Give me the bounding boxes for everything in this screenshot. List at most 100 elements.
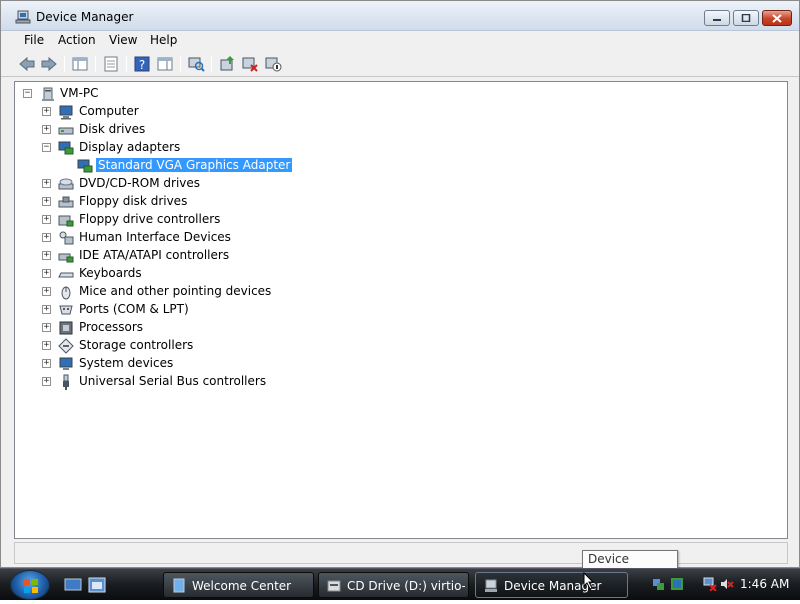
category-label: Mice and other pointing devices — [79, 284, 272, 298]
expand-toggle[interactable]: + — [42, 377, 51, 386]
taskbar-clock: 1:46 AM — [740, 577, 790, 591]
expand-toggle[interactable]: + — [42, 197, 51, 206]
disk-drive-icon — [58, 127, 74, 135]
properties-icon[interactable] — [102, 55, 120, 73]
tree-category[interactable]: + Processors — [42, 319, 342, 337]
minimize-button[interactable] — [704, 10, 730, 26]
expand-toggle[interactable]: + — [42, 233, 51, 242]
category-label: Display adapters — [79, 140, 181, 154]
uninstall-icon[interactable] — [241, 55, 259, 73]
storage-controller-icon — [58, 338, 74, 354]
device-manager-icon — [485, 579, 497, 592]
maximize-button[interactable] — [733, 10, 759, 26]
volume-muted-icon[interactable] — [720, 577, 734, 591]
cd-drive-icon — [327, 580, 341, 592]
collapse-toggle[interactable]: − — [23, 89, 32, 98]
computer-icon — [59, 105, 73, 120]
collapse-toggle[interactable]: − — [42, 143, 51, 152]
tree-category[interactable]: + Floppy disk drives — [42, 193, 342, 211]
tree-category[interactable]: + System devices — [42, 355, 342, 373]
close-button[interactable] — [762, 10, 792, 26]
tree-category[interactable]: + Computer — [42, 103, 342, 121]
svg-text:?: ? — [139, 58, 145, 72]
taskbar-button-welcome-center[interactable]: Welcome Center — [163, 572, 314, 598]
menu-file[interactable]: File — [24, 33, 44, 47]
category-label: Storage controllers — [79, 338, 194, 352]
expand-toggle[interactable]: + — [42, 251, 51, 260]
port-icon — [59, 305, 73, 315]
category-label: DVD/CD-ROM drives — [79, 176, 201, 190]
tree-category[interactable]: − Display adapters — [42, 139, 342, 157]
hid-icon — [59, 231, 74, 245]
show-hide-tree-icon[interactable] — [71, 55, 89, 73]
back-arrow-icon[interactable] — [18, 55, 36, 73]
menu-bar: File Action View Help — [1, 31, 799, 51]
disconnected-network-icon[interactable] — [703, 577, 717, 591]
processor-icon — [59, 321, 73, 335]
taskbar-button-cd-drive[interactable]: CD Drive (D:) virtio-... — [318, 572, 469, 598]
tree-category[interactable]: + Mice and other pointing devices — [42, 283, 342, 301]
action-pane-icon[interactable] — [156, 55, 174, 73]
tree-category[interactable]: + IDE ATA/ATAPI controllers — [42, 247, 342, 265]
tree-category[interactable]: + Disk drives — [42, 121, 342, 139]
scan-hardware-icon[interactable] — [187, 55, 205, 73]
category-label: Floppy drive controllers — [79, 212, 221, 226]
tree-category[interactable]: + DVD/CD-ROM drives — [42, 175, 342, 193]
category-label: System devices — [79, 356, 174, 370]
start-button[interactable] — [10, 570, 50, 600]
taskbar-tooltip: Device Manager — [582, 550, 678, 580]
tree-category[interactable]: + Keyboards — [42, 265, 342, 283]
tree-category[interactable]: + Universal Serial Bus controllers — [42, 373, 342, 391]
device-tree[interactable]: − VM-PC + Computer + Disk drives − Displ… — [14, 81, 788, 539]
forward-arrow-icon[interactable] — [40, 55, 58, 73]
network-error-icon[interactable] — [670, 577, 684, 591]
keyboard-icon — [58, 272, 74, 278]
category-label: Keyboards — [79, 266, 142, 280]
mouse-cursor-icon — [583, 572, 595, 590]
expand-toggle[interactable]: + — [42, 107, 51, 116]
expand-toggle[interactable]: + — [42, 215, 51, 224]
update-driver-icon[interactable] — [218, 55, 236, 73]
display-adapter-icon — [58, 141, 74, 155]
device-label-selected: Standard VGA Graphics Adapter — [96, 158, 293, 172]
category-label: Disk drives — [79, 122, 146, 136]
tree-category[interactable]: + Floppy drive controllers — [42, 211, 342, 229]
tree-device[interactable]: Standard VGA Graphics Adapter — [61, 157, 361, 175]
menu-action[interactable]: Action — [58, 33, 96, 47]
taskbar-button-device-manager[interactable]: Device Manager — [475, 572, 628, 598]
tree-root[interactable]: − VM-PC — [23, 85, 223, 103]
taskbar-button-label: CD Drive (D:) virtio-... — [347, 579, 465, 593]
tree-category[interactable]: + Storage controllers — [42, 337, 342, 355]
category-label: Universal Serial Bus controllers — [79, 374, 267, 388]
toolbar-separator — [211, 56, 212, 72]
welcome-center-icon — [173, 578, 185, 593]
floppy-controller-icon — [58, 215, 74, 227]
expand-toggle[interactable]: + — [42, 305, 51, 314]
minimize-icon — [713, 19, 721, 21]
switch-windows-icon[interactable] — [88, 577, 106, 593]
tree-category[interactable]: + Ports (COM & LPT) — [42, 301, 342, 319]
category-label: Processors — [79, 320, 144, 334]
menu-help[interactable]: Help — [150, 33, 177, 47]
show-desktop-icon[interactable] — [64, 577, 82, 593]
expand-toggle[interactable]: + — [42, 269, 51, 278]
toolbar-separator — [126, 56, 127, 72]
disable-device-icon[interactable] — [264, 55, 282, 73]
title-bar[interactable]: Device Manager — [1, 1, 799, 31]
category-label: Floppy disk drives — [79, 194, 188, 208]
device-manager-window: Device Manager File Action View Help ? −… — [0, 0, 800, 568]
usb-icon — [63, 374, 69, 390]
help-icon[interactable]: ? — [133, 55, 151, 73]
taskbar-button-label: Welcome Center — [192, 579, 292, 593]
expand-toggle[interactable]: + — [42, 179, 51, 188]
expand-toggle[interactable]: + — [42, 287, 51, 296]
expand-toggle[interactable]: + — [42, 341, 51, 350]
expand-toggle[interactable]: + — [42, 359, 51, 368]
toolbar-separator — [180, 56, 181, 72]
network-icon[interactable] — [652, 577, 666, 591]
windows-logo-icon — [24, 579, 38, 593]
tree-category[interactable]: + Human Interface Devices — [42, 229, 342, 247]
expand-toggle[interactable]: + — [42, 323, 51, 332]
menu-view[interactable]: View — [109, 33, 137, 47]
expand-toggle[interactable]: + — [42, 125, 51, 134]
